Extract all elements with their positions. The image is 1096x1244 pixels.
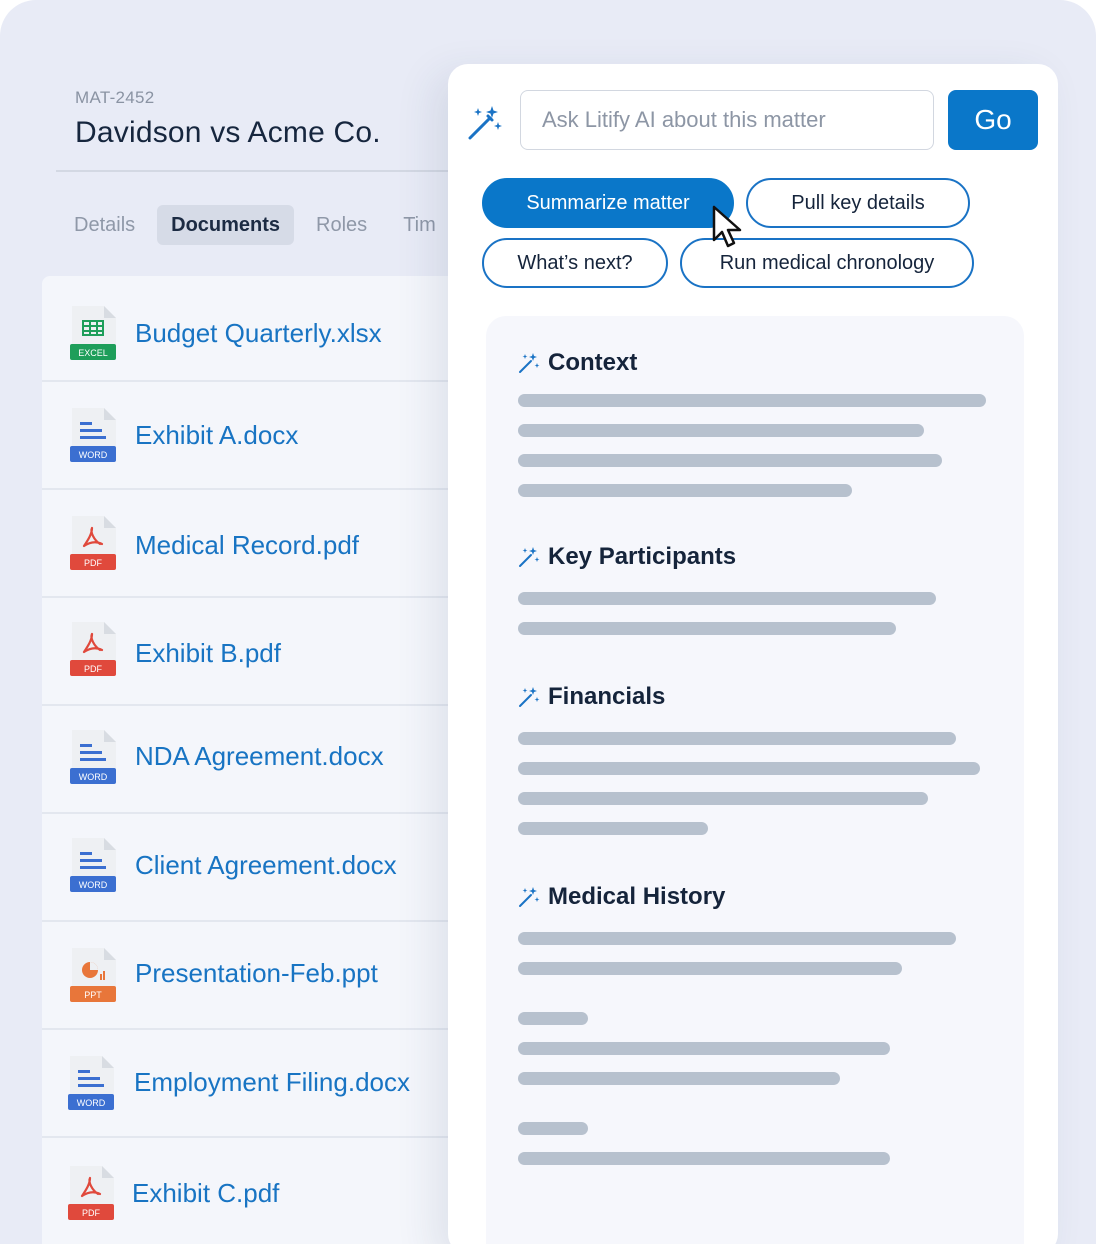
skeleton-line bbox=[518, 792, 928, 805]
skeleton-line bbox=[518, 822, 708, 835]
section-title-medical-history: Medical History bbox=[548, 883, 726, 910]
mouse-pointer-icon bbox=[712, 205, 742, 248]
skeleton-line bbox=[518, 454, 942, 467]
skeleton-line bbox=[518, 592, 936, 605]
magic-wand-icon bbox=[468, 106, 502, 140]
pdf-icon: PDF bbox=[70, 622, 116, 676]
word-icon: WORD bbox=[70, 838, 116, 892]
skeleton-line bbox=[518, 1012, 588, 1025]
file-type-label: PDF bbox=[84, 558, 103, 568]
file-type-label: WORD bbox=[79, 772, 108, 782]
tab-details[interactable]: Details bbox=[60, 205, 149, 245]
document-link[interactable]: Exhibit C.pdf bbox=[132, 1178, 279, 1209]
document-link[interactable]: NDA Agreement.docx bbox=[135, 741, 384, 772]
skeleton-line bbox=[518, 762, 980, 775]
header-divider bbox=[56, 170, 456, 172]
file-type-label: EXCEL bbox=[78, 348, 108, 358]
word-icon: WORD bbox=[70, 730, 116, 784]
file-type-label: PPT bbox=[84, 990, 102, 1000]
document-row[interactable]: WORD Employment Filing.docx bbox=[42, 1030, 462, 1138]
tab-roles[interactable]: Roles bbox=[302, 205, 381, 245]
sparkle-wand-icon bbox=[519, 887, 540, 907]
excel-icon: EXCEL bbox=[70, 306, 116, 360]
section-title-key-participants: Key Participants bbox=[548, 543, 737, 570]
ppt-icon: PPT bbox=[70, 948, 116, 1002]
skeleton-line bbox=[518, 732, 956, 745]
chip-whats-next[interactable]: What’s next? bbox=[482, 238, 668, 288]
file-type-label: PDF bbox=[82, 1208, 101, 1218]
skeleton-line bbox=[518, 1122, 588, 1135]
file-type-label: WORD bbox=[79, 450, 108, 460]
word-icon: WORD bbox=[68, 1056, 114, 1110]
document-link[interactable]: Presentation-Feb.ppt bbox=[135, 958, 378, 989]
section-title-financials: Financials bbox=[548, 683, 666, 710]
summary-card: Context Key Participants Financials Medi… bbox=[486, 316, 1024, 1244]
sparkle-wand-icon bbox=[519, 353, 540, 373]
skeleton-line bbox=[518, 484, 852, 497]
skeleton-line bbox=[518, 962, 902, 975]
skeleton-line bbox=[518, 424, 924, 437]
document-link[interactable]: Client Agreement.docx bbox=[135, 850, 397, 881]
document-link[interactable]: Exhibit B.pdf bbox=[135, 638, 281, 669]
document-row[interactable]: WORD NDA Agreement.docx bbox=[42, 706, 462, 814]
document-row[interactable]: PPT Presentation-Feb.ppt bbox=[42, 922, 462, 1030]
tab-timeline[interactable]: Tim bbox=[389, 205, 450, 245]
document-row[interactable]: EXCEL Budget Quarterly.xlsx bbox=[42, 276, 462, 382]
ask-ai-input[interactable] bbox=[520, 90, 934, 150]
file-type-label: WORD bbox=[79, 880, 108, 890]
file-type-label: PDF bbox=[84, 664, 103, 674]
document-row[interactable]: PDF Medical Record.pdf bbox=[42, 490, 462, 598]
document-row[interactable]: PDF Exhibit B.pdf bbox=[42, 598, 462, 706]
matter-tabs: Details Documents Roles Tim bbox=[60, 205, 458, 245]
word-icon: WORD bbox=[70, 408, 116, 462]
skeleton-line bbox=[518, 932, 956, 945]
ai-assistant-panel: Go Summarize matter Pull key details Wha… bbox=[448, 64, 1058, 1244]
app-frame: MAT-2452 Davidson vs Acme Co. Details Do… bbox=[0, 0, 1096, 1244]
document-list: EXCEL Budget Quarterly.xlsx WORD Exhibit… bbox=[42, 276, 462, 1244]
skeleton-line bbox=[518, 1152, 890, 1165]
matter-title: Davidson vs Acme Co. bbox=[75, 116, 381, 149]
file-type-label: WORD bbox=[77, 1098, 106, 1108]
document-link[interactable]: Exhibit A.docx bbox=[135, 420, 298, 451]
document-link[interactable]: Employment Filing.docx bbox=[134, 1067, 410, 1098]
document-row[interactable]: WORD Client Agreement.docx bbox=[42, 814, 462, 922]
pdf-icon: PDF bbox=[68, 1166, 114, 1220]
go-button[interactable]: Go bbox=[948, 90, 1038, 150]
skeleton-line bbox=[518, 394, 986, 407]
skeleton-line bbox=[518, 1072, 840, 1085]
document-link[interactable]: Medical Record.pdf bbox=[135, 530, 359, 561]
matter-id: MAT-2452 bbox=[75, 88, 155, 107]
tab-documents[interactable]: Documents bbox=[157, 205, 295, 245]
sparkle-wand-icon bbox=[519, 687, 540, 707]
sparkle-wand-icon bbox=[519, 547, 540, 567]
skeleton-line bbox=[518, 622, 896, 635]
chip-pull-key-details[interactable]: Pull key details bbox=[746, 178, 970, 228]
section-title-context: Context bbox=[548, 349, 638, 376]
pdf-icon: PDF bbox=[70, 516, 116, 570]
skeleton-line bbox=[518, 1042, 890, 1055]
document-row[interactable]: PDF Exhibit C.pdf bbox=[42, 1138, 462, 1244]
document-link[interactable]: Budget Quarterly.xlsx bbox=[135, 318, 382, 349]
document-row[interactable]: WORD Exhibit A.docx bbox=[42, 382, 462, 490]
chip-summarize-matter[interactable]: Summarize matter bbox=[482, 178, 734, 228]
